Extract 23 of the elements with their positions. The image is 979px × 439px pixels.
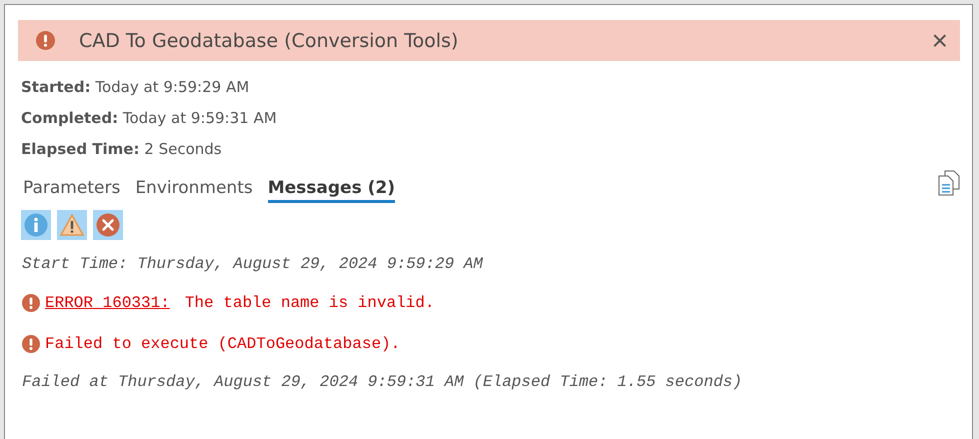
detail-line: Elapsed Time: 2 Seconds (21, 139, 223, 159)
message-filter-toggle[interactable] (21, 210, 51, 240)
detail-line: Started: Today at 9:59:29 AM (21, 77, 250, 97)
tool-title: CAD To Geodatabase (Conversion Tools) (79, 30, 460, 52)
copy-document-icon[interactable] (938, 170, 960, 196)
error-icon (36, 31, 55, 50)
message-text: The table name is invalid. (184, 294, 434, 312)
warning-icon (60, 214, 84, 236)
message-text: Failed at Thursday, August 29, 2024 9:59:31 AM (Elapsed Time: 1.55 seconds) (22, 373, 742, 391)
message-filter-toggle[interactable] (57, 210, 87, 240)
message-filter-toggle[interactable] (93, 210, 123, 240)
close-button[interactable]: × (932, 26, 948, 54)
detail-line: Completed: Today at 9:59:31 AM (21, 108, 278, 128)
tab[interactable]: Messages (2) (268, 178, 395, 203)
error-icon (96, 213, 120, 237)
tab[interactable]: Parameters (23, 178, 120, 203)
message-text: Start Time: Thursday, August 29, 2024 9:59:29 AM (22, 255, 483, 273)
error-icon (22, 294, 40, 312)
error-icon (22, 334, 40, 352)
tab[interactable]: Environments (135, 178, 253, 203)
error-code-link[interactable]: ERROR 160331: (45, 294, 170, 312)
info-icon (24, 213, 48, 237)
message-text: Failed to execute (CADToGeodatabase). (45, 334, 400, 352)
